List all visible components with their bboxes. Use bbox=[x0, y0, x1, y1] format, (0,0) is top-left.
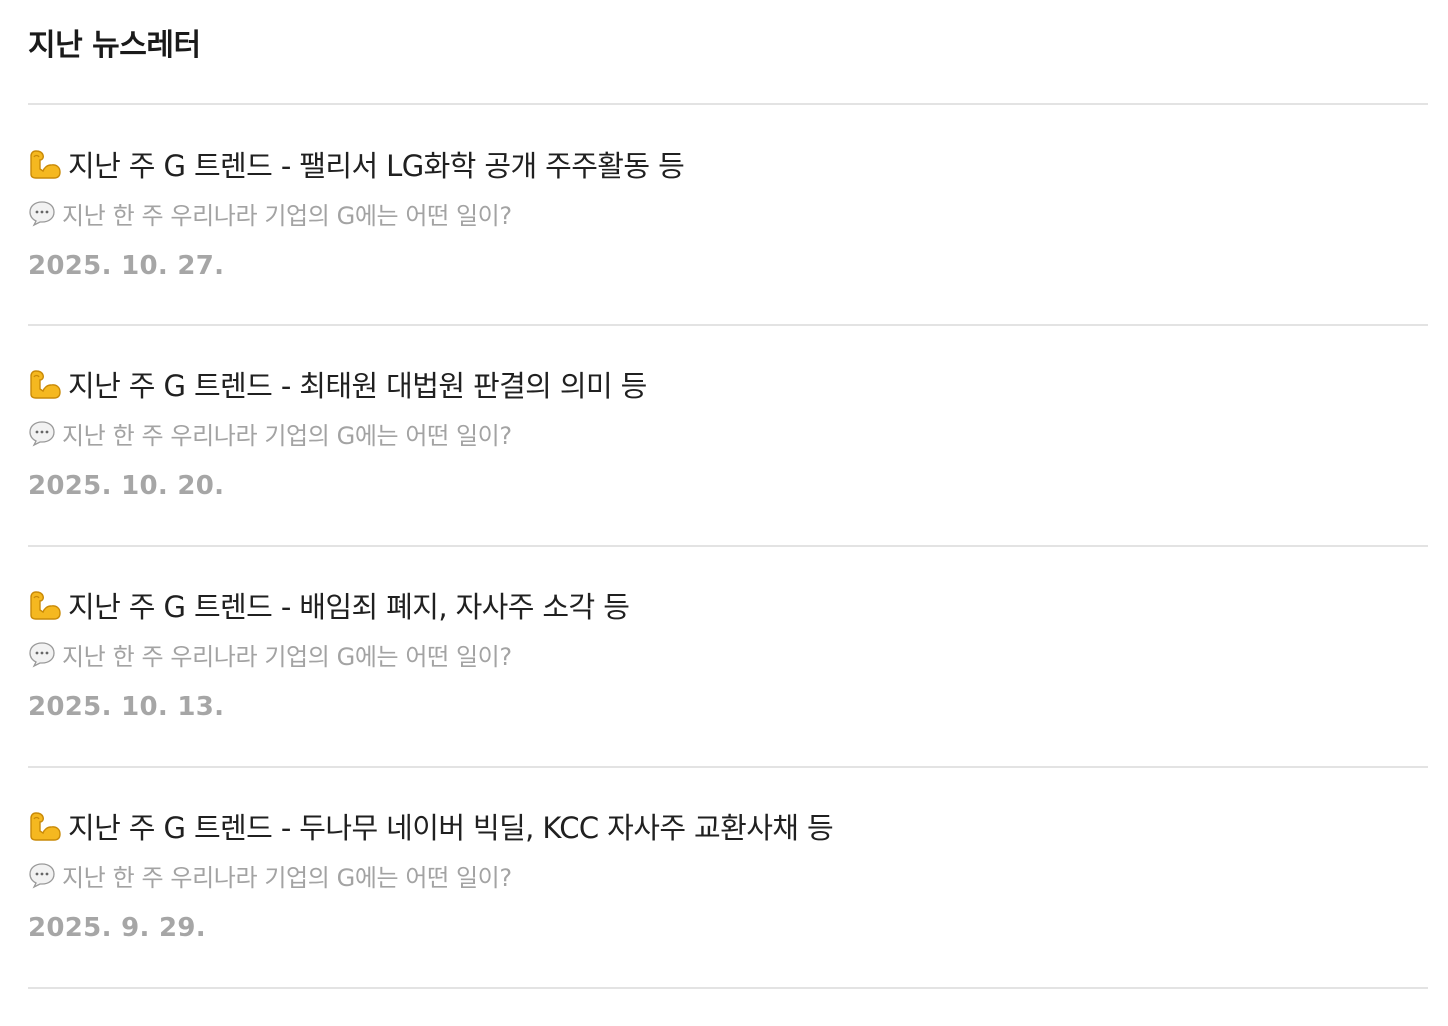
flexed-biceps-icon bbox=[30, 591, 61, 620]
newsletter-item[interactable]: 지난 주 G 트렌드 - 팰리서 LG화학 공개 주주활동 등 지난 한 주 우… bbox=[28, 144, 1428, 364]
divider bbox=[28, 766, 1428, 768]
divider bbox=[28, 103, 1428, 105]
newsletter-item[interactable]: 지난 주 G 트렌드 - 배임죄 폐지, 자사주 소각 등 지난 한 주 우리나… bbox=[28, 585, 1428, 805]
divider bbox=[28, 987, 1428, 989]
newsletter-title[interactable]: 지난 주 G 트렌드 - 배임죄 폐지, 자사주 소각 등 bbox=[68, 584, 630, 626]
newsletter-date: 2025. 10. 20. bbox=[28, 471, 225, 501]
newsletter-item[interactable]: 지난 주 G 트렌드 - 두나무 네이버 빅딜, KCC 자사주 교환사채 등 … bbox=[28, 806, 1428, 1026]
newsletter-date: 2025. 10. 13. bbox=[28, 692, 225, 722]
newsletter-date: 2025. 9. 29. bbox=[28, 913, 206, 943]
newsletter-title-row[interactable]: 지난 주 G 트렌드 - 배임죄 폐지, 자사주 소각 등 bbox=[28, 584, 630, 626]
newsletter-title[interactable]: 지난 주 G 트렌드 - 최태원 대법원 판결의 의미 등 bbox=[68, 363, 647, 405]
newsletter-title[interactable]: 지난 주 G 트렌드 - 팰리서 LG화학 공개 주주활동 등 bbox=[68, 143, 685, 185]
newsletter-date: 2025. 10. 27. bbox=[28, 251, 225, 281]
newsletter-subtitle: 지난 한 주 우리나라 기업의 G에는 어떤 일이? bbox=[62, 201, 512, 230]
divider bbox=[28, 324, 1428, 326]
flexed-biceps-icon bbox=[30, 370, 61, 399]
newsletter-title[interactable]: 지난 주 G 트렌드 - 두나무 네이버 빅딜, KCC 자사주 교환사채 등 bbox=[68, 805, 834, 847]
newsletter-item[interactable]: 지난 주 G 트렌드 - 최태원 대법원 판결의 의미 등 지난 한 주 우리나… bbox=[28, 364, 1428, 584]
newsletter-archive: 지난 뉴스레터 지난 주 G 트렌드 - 팰리서 LG화학 공개 주주활동 등 … bbox=[0, 0, 1448, 1018]
newsletter-subtitle: 지난 한 주 우리나라 기업의 G에는 어떤 일이? bbox=[62, 421, 512, 450]
speech-bubble-icon bbox=[29, 201, 55, 227]
newsletter-subtitle-row: 지난 한 주 우리나라 기업의 G에는 어떤 일이? bbox=[28, 196, 512, 230]
newsletter-title-row[interactable]: 지난 주 G 트렌드 - 최태원 대법원 판결의 의미 등 bbox=[28, 364, 647, 404]
newsletter-title-row[interactable]: 지난 주 G 트렌드 - 두나무 네이버 빅딜, KCC 자사주 교환사채 등 bbox=[28, 805, 834, 847]
newsletter-subtitle: 지난 한 주 우리나라 기업의 G에는 어떤 일이? bbox=[62, 863, 512, 892]
speech-bubble-icon bbox=[29, 863, 55, 889]
newsletter-title-row[interactable]: 지난 주 G 트렌드 - 팰리서 LG화학 공개 주주활동 등 bbox=[28, 143, 685, 185]
newsletter-subtitle-row: 지난 한 주 우리나라 기업의 G에는 어떤 일이? bbox=[28, 858, 512, 892]
speech-bubble-icon bbox=[29, 421, 55, 447]
flexed-biceps-icon bbox=[30, 150, 61, 179]
page-title: 지난 뉴스레터 bbox=[28, 28, 201, 63]
newsletter-subtitle-row: 지난 한 주 우리나라 기업의 G에는 어떤 일이? bbox=[28, 416, 512, 450]
flexed-biceps-icon bbox=[30, 812, 61, 841]
divider bbox=[28, 545, 1428, 547]
newsletter-subtitle-row: 지난 한 주 우리나라 기업의 G에는 어떤 일이? bbox=[28, 637, 512, 671]
newsletter-subtitle: 지난 한 주 우리나라 기업의 G에는 어떤 일이? bbox=[62, 642, 512, 671]
speech-bubble-icon bbox=[29, 642, 55, 668]
